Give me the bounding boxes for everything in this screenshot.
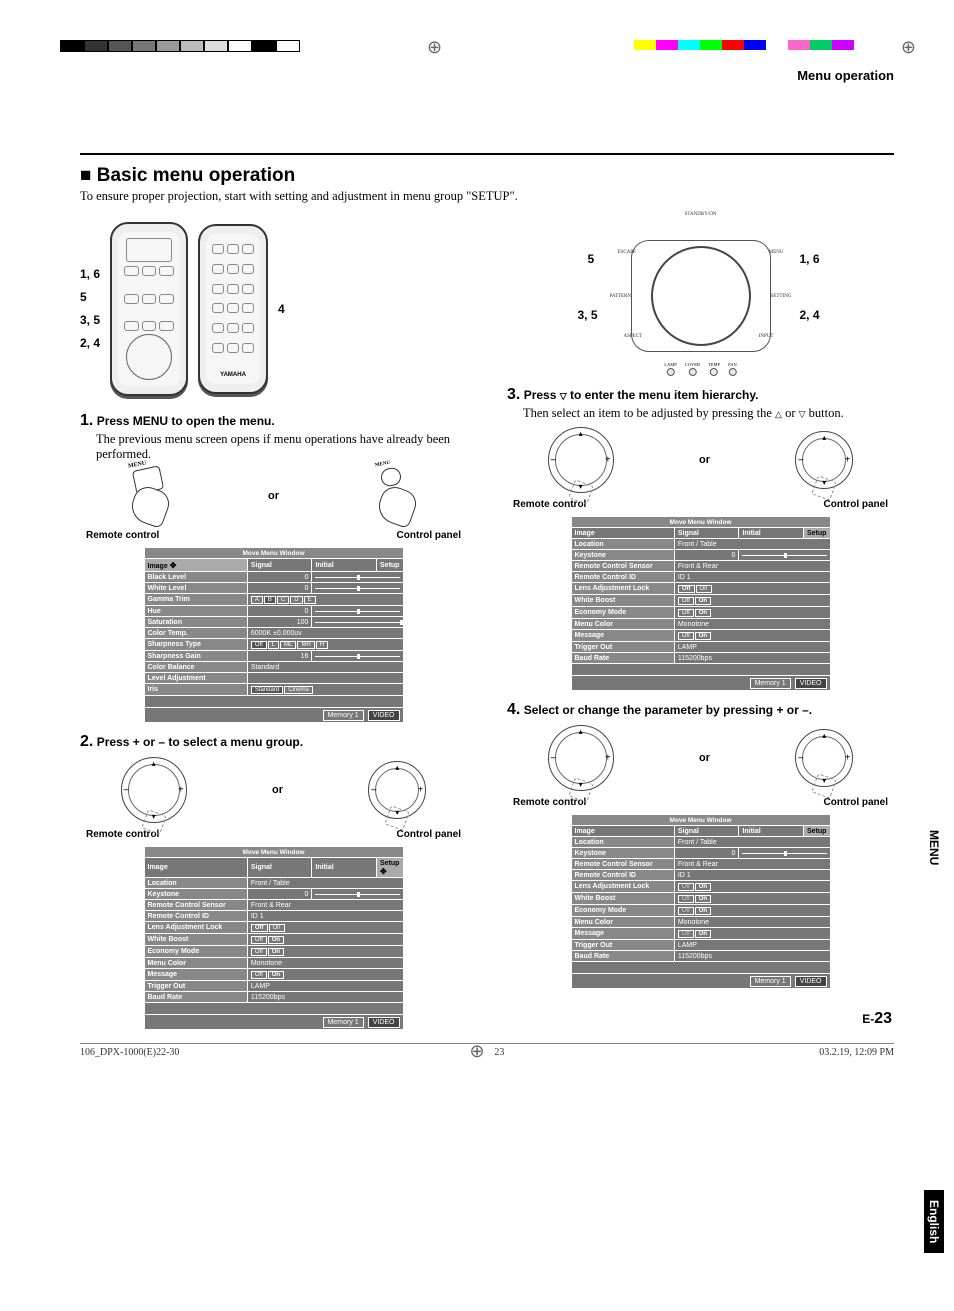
callout-4: 4: [278, 302, 285, 316]
remote-dial-icon: –+ ▴▾: [121, 757, 187, 823]
step-3-heading: 3. Press ▽ to enter the menu item hierar…: [507, 386, 894, 404]
control-panel-diagram: STANDBY/ON ESCAPE MENU PATTERN SETTING A…: [616, 216, 786, 376]
registration-mark-icon: ⊕: [469, 1041, 484, 1062]
step-1-body: The previous menu screen opens if menu o…: [96, 432, 467, 462]
hand-press-icon: MENU: [371, 468, 423, 524]
callout-3-5: 3, 5: [578, 308, 598, 322]
callout-5: 5: [80, 286, 100, 309]
or-label: or: [272, 784, 283, 796]
print-footer: 106_DPX-1000(E)22-30 23 03.2.19, 12:09 P…: [80, 1043, 894, 1058]
dial-diagram: –+ ▴▾ or –+ ▴▾: [80, 757, 467, 823]
footer-page: 23: [494, 1047, 504, 1058]
control-panel-label: Control panel: [824, 797, 888, 808]
remote-callout-labels: 1, 6 5 3, 5 2, 4: [80, 263, 100, 354]
print-calibration-bar: ⊕ ⊕: [80, 40, 894, 68]
setup-menu-screenshot: Move Menu WindowImageSignalInitialSetupL…: [571, 516, 831, 691]
or-label: or: [268, 490, 279, 502]
remote-dial-icon: –+ ▴▾: [548, 427, 614, 493]
remote-control-label: Remote control: [86, 530, 159, 541]
step-1-heading: 1. Press MENU to open the menu.: [80, 412, 467, 430]
remote-outline-icon: YAMAHA: [198, 224, 268, 394]
setup-menu-screenshot: Move Menu WindowImageSignalInitialSetupL…: [571, 814, 831, 989]
footer-date: 03.2.19, 12:09 PM: [819, 1047, 894, 1058]
dial-diagram: –+ ▴▾ or –+ ▴▾: [507, 427, 894, 493]
press-menu-diagram: MENU or MENU: [80, 468, 467, 524]
callout-3-5: 3, 5: [80, 309, 100, 332]
grayscale-strip: [60, 40, 300, 50]
or-label: or: [699, 752, 710, 764]
remote-outline-icon: [110, 222, 188, 396]
running-header: Menu operation: [80, 68, 894, 83]
registration-mark-icon: ⊕: [901, 37, 916, 58]
image-menu-screenshot: Move Menu WindowImage ✥SignalInitialSetu…: [144, 547, 404, 723]
callout-5: 5: [588, 252, 595, 266]
step-4-heading: 4. Select or change the parameter by pre…: [507, 701, 894, 719]
panel-dial-icon: –+ ▴▾: [368, 761, 426, 819]
callout-1-6: 1, 6: [80, 263, 100, 286]
callout-1-6: 1, 6: [799, 252, 819, 266]
remote-dial-icon: –+ ▴▾: [548, 725, 614, 791]
footer-filename: 106_DPX-1000(E)22-30: [80, 1047, 179, 1058]
setup-menu-screenshot: Move Menu WindowImageSignalInitialSetup …: [144, 846, 404, 1030]
or-label: or: [699, 454, 710, 466]
control-panel-label: Control panel: [397, 530, 461, 541]
registration-mark-icon: ⊕: [427, 37, 442, 58]
step-2-heading: 2. Press + or – to select a menu group.: [80, 733, 467, 751]
page-number: E-23: [862, 1010, 892, 1028]
side-tab-english: English: [924, 1190, 944, 1253]
header-rule: [80, 153, 894, 155]
control-panel-label: Control panel: [397, 829, 461, 840]
panel-dial-icon: –+ ▴▾: [795, 729, 853, 787]
side-tab-menu: MENU: [924, 820, 944, 875]
section-intro: To ensure proper projection, start with …: [80, 189, 894, 204]
section-title: Basic menu operation: [80, 165, 894, 187]
step-3-body: Then select an item to be adjusted by pr…: [523, 406, 894, 421]
remote-diagram: 1, 6 5 3, 5 2, 4: [80, 222, 467, 396]
hand-press-icon: MENU: [124, 468, 176, 524]
control-panel-label: Control panel: [824, 499, 888, 510]
color-strip: [634, 40, 854, 50]
panel-dial-icon: –+ ▴▾: [795, 431, 853, 489]
callout-2-4: 2, 4: [80, 332, 100, 355]
dial-diagram: –+ ▴▾ or –+ ▴▾: [507, 725, 894, 791]
brand-label: YAMAHA: [206, 372, 260, 378]
callout-2-4: 2, 4: [799, 308, 819, 322]
